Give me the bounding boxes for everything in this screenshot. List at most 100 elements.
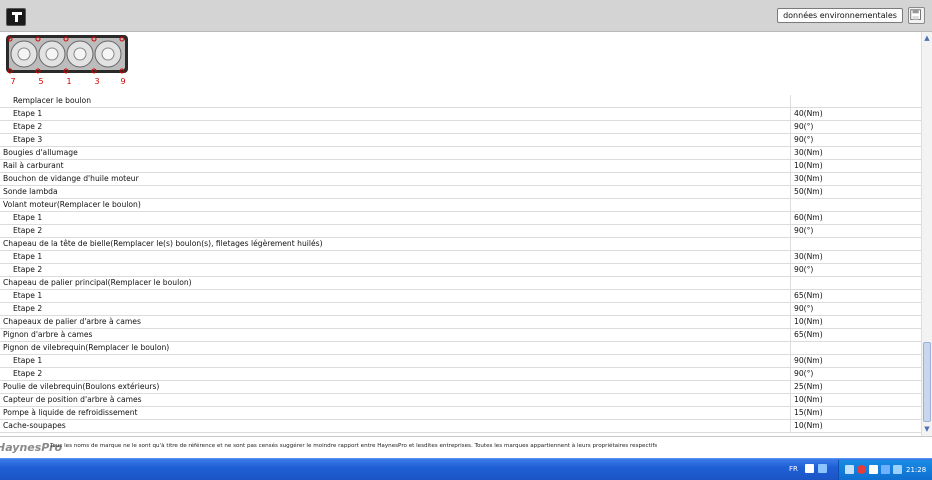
table-row: Chapeau de palier principal(Remplacer le… bbox=[0, 277, 921, 290]
clock: 21:28 bbox=[906, 466, 927, 474]
document-icon[interactable] bbox=[869, 465, 878, 474]
column-separator bbox=[790, 407, 791, 420]
table-row: Sonde lambda 50(Nm) bbox=[0, 186, 921, 199]
component-name: Etape 2 bbox=[13, 265, 43, 274]
table-row: Etape 1 65(Nm) bbox=[0, 290, 921, 303]
table-row: Volant moteur(Remplacer le boulon) bbox=[0, 199, 921, 212]
language-indicator[interactable]: FR bbox=[789, 465, 798, 473]
component-name: Poulie de vilebrequin(Boulons extérieurs… bbox=[3, 382, 160, 391]
component-name: Chapeaux de palier d'arbre à cames bbox=[3, 317, 141, 326]
display-icon[interactable] bbox=[845, 465, 854, 474]
table-row: Bougies d'allumage 30(Nm) bbox=[0, 147, 921, 160]
column-separator bbox=[790, 160, 791, 173]
component-name: Sonde lambda bbox=[3, 187, 58, 196]
component-name: Pignon d'arbre à cames bbox=[3, 330, 93, 339]
torque-value: 90(°) bbox=[794, 226, 814, 235]
column-separator bbox=[790, 212, 791, 225]
top-toolbar: données environnementales bbox=[0, 0, 932, 32]
network-icon[interactable] bbox=[818, 464, 827, 473]
table-row: Etape 2 90(°) bbox=[0, 303, 921, 316]
column-separator bbox=[790, 277, 791, 290]
disclaimer-text: Tous les noms de marque ne le sont qu'à … bbox=[50, 443, 658, 449]
connection-icon[interactable] bbox=[893, 465, 902, 474]
table-row: Etape 1 60(Nm) bbox=[0, 212, 921, 225]
table-row: Etape 1 90(Nm) bbox=[0, 355, 921, 368]
table-row: Chapeaux de palier d'arbre à cames 10(Nm) bbox=[0, 316, 921, 329]
torque-value: 90(°) bbox=[794, 369, 814, 378]
table-row: Etape 2 90(°) bbox=[0, 225, 921, 238]
column-separator bbox=[790, 264, 791, 277]
footer: HaynesPro Tous les noms de marque ne le … bbox=[0, 436, 932, 458]
table-row: Etape 3 90(°) bbox=[0, 134, 921, 147]
column-separator bbox=[790, 329, 791, 342]
torque-value: 10(Nm) bbox=[794, 161, 823, 170]
scrollbar-thumb[interactable] bbox=[923, 342, 931, 422]
column-separator bbox=[790, 368, 791, 381]
table-row: Capteur de position d'arbre à cames 10(Nm… bbox=[0, 394, 921, 407]
save-icon[interactable] bbox=[908, 7, 925, 24]
component-name: Remplacer le boulon bbox=[13, 96, 92, 105]
engine-head-illustration bbox=[6, 35, 128, 74]
scroll-up-icon[interactable]: ▲ bbox=[922, 33, 932, 43]
torque-value: 25(Nm) bbox=[794, 382, 823, 391]
torque-value: 90(°) bbox=[794, 304, 814, 313]
component-name: Pompe à liquide de refroidissement bbox=[3, 408, 138, 417]
environmental-data-button[interactable]: données environnementales bbox=[777, 8, 903, 23]
torque-value: 90(°) bbox=[794, 122, 814, 131]
scroll-down-icon[interactable]: ▼ bbox=[922, 424, 932, 434]
column-separator bbox=[790, 108, 791, 121]
torque-value: 65(Nm) bbox=[794, 291, 823, 300]
table-row: Cache-soupapes 10(Nm) bbox=[0, 420, 921, 433]
torque-value: 90(Nm) bbox=[794, 356, 823, 365]
torque-value: 90(°) bbox=[794, 265, 814, 274]
torque-table: Remplacer le boulon Etape 1 40(Nm) Etape 2 9… bbox=[0, 95, 921, 433]
bolt-label: 7 bbox=[10, 77, 16, 86]
column-separator bbox=[790, 420, 791, 433]
torque-value: 30(Nm) bbox=[794, 148, 823, 157]
table-row: Remplacer le boulon bbox=[0, 95, 921, 108]
torque-value: 90(°) bbox=[794, 135, 814, 144]
table-row: Etape 2 90(°) bbox=[0, 121, 921, 134]
torque-value: 15(Nm) bbox=[794, 408, 823, 417]
column-separator bbox=[790, 199, 791, 212]
help-icon[interactable] bbox=[805, 464, 814, 473]
torque-value: 10(Nm) bbox=[794, 317, 823, 326]
table-row: Pompe à liquide de refroidissement 15(Nm) bbox=[0, 407, 921, 420]
component-name: Etape 2 bbox=[13, 304, 43, 313]
component-name: Etape 1 bbox=[13, 213, 43, 222]
component-name: Etape 1 bbox=[13, 356, 43, 365]
table-row: Chapeau de la tête de bielle(Remplacer l… bbox=[0, 238, 921, 251]
column-separator bbox=[790, 238, 791, 251]
column-separator bbox=[790, 95, 791, 108]
torque-value: 10(Nm) bbox=[794, 421, 823, 430]
component-name: Chapeau de palier principal(Remplacer le… bbox=[3, 278, 192, 287]
torque-value: 60(Nm) bbox=[794, 213, 823, 222]
torque-value: 30(Nm) bbox=[794, 252, 823, 261]
table-row: Rail à carburant 10(Nm) bbox=[0, 160, 921, 173]
column-separator bbox=[790, 173, 791, 186]
bolt-label: 9 bbox=[120, 77, 126, 86]
torque-value: 10(Nm) bbox=[794, 395, 823, 404]
volume-icon[interactable] bbox=[881, 465, 890, 474]
logo-glyph bbox=[12, 12, 22, 22]
component-name: Volant moteur(Remplacer le boulon) bbox=[3, 200, 141, 209]
component-name: Chapeau de la tête de bielle(Remplacer l… bbox=[3, 239, 323, 248]
component-name: Rail à carburant bbox=[3, 161, 64, 170]
torque-value: 40(Nm) bbox=[794, 109, 823, 118]
component-name: Etape 2 bbox=[13, 369, 43, 378]
column-separator bbox=[790, 121, 791, 134]
haynes-logo-icon[interactable] bbox=[6, 8, 26, 26]
antivirus-icon[interactable] bbox=[857, 465, 866, 474]
column-separator bbox=[790, 290, 791, 303]
vertical-scrollbar[interactable]: ▲ ▼ bbox=[921, 32, 932, 436]
component-name: Bouchon de vidange d'huile moteur bbox=[3, 174, 139, 183]
component-name: Etape 3 bbox=[13, 135, 43, 144]
column-separator bbox=[790, 303, 791, 316]
column-separator bbox=[790, 355, 791, 368]
app-window: { "toolbar": { "env_button_label": "donn… bbox=[0, 0, 932, 480]
bolt-label: 3 bbox=[94, 77, 100, 86]
column-separator bbox=[790, 147, 791, 160]
table-row: Pignon d'arbre à cames 65(Nm) bbox=[0, 329, 921, 342]
column-separator bbox=[790, 381, 791, 394]
bolt-label: 5 bbox=[38, 77, 44, 86]
